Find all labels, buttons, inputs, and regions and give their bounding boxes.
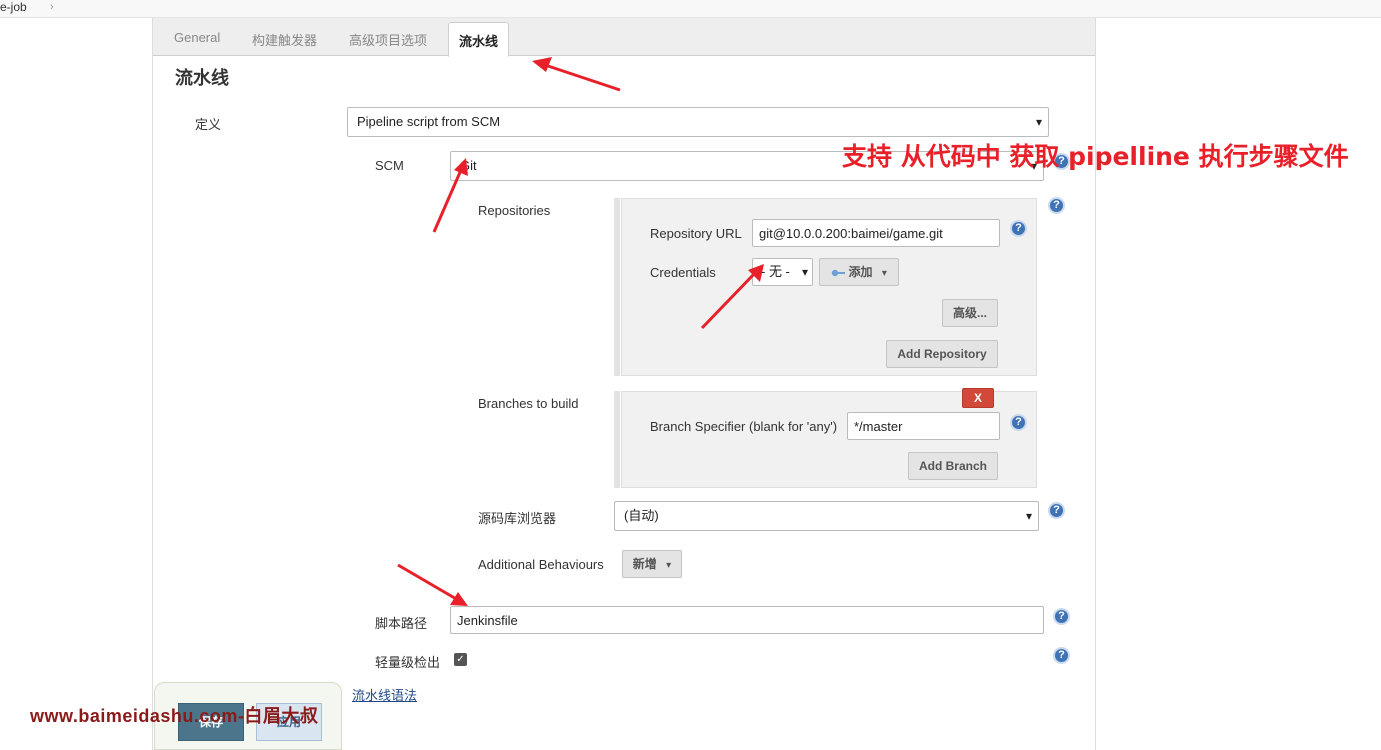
add-behaviour-button[interactable]: 新增 ▾ xyxy=(622,550,682,578)
repositories-drag-handle[interactable] xyxy=(614,198,620,376)
credentials-select-value: - 无 - xyxy=(761,264,790,279)
tab-advanced-project-options[interactable]: 高级项目选项 xyxy=(349,30,427,49)
credentials-select[interactable]: - 无 - ▾ xyxy=(752,258,813,286)
breadcrumb-separator-icon: › xyxy=(50,1,54,13)
lightweight-checkout-label: 轻量级检出 xyxy=(375,655,441,670)
script-path-input[interactable] xyxy=(450,606,1044,634)
chevron-down-icon: ▾ xyxy=(1025,509,1032,523)
tab-general[interactable]: General xyxy=(174,30,220,45)
add-repository-button[interactable]: Add Repository xyxy=(886,340,998,368)
annotation-text: 支持 从代码中 获取 pipelline 执行步骤文件 xyxy=(842,142,1349,171)
script-path-help-icon[interactable]: ? xyxy=(1053,608,1070,625)
script-path-label: 脚本路径 xyxy=(375,616,428,631)
add-branch-button[interactable]: Add Branch xyxy=(908,452,998,480)
breadcrumb-job-link[interactable]: e-job xyxy=(0,0,27,14)
tab-build-triggers[interactable]: 构建触发器 xyxy=(252,30,317,49)
repository-url-input[interactable] xyxy=(752,219,1000,247)
branch-specifier-input[interactable] xyxy=(847,412,1000,440)
watermark-text: www.baimeidashu.com-白眉大叔 xyxy=(30,706,319,726)
scm-label: SCM xyxy=(375,158,404,173)
section-title: 流水线 xyxy=(175,68,229,88)
repository-browser-label: 源码库浏览器 xyxy=(478,511,557,526)
scm-select-value: Git xyxy=(460,158,477,173)
chevron-down-icon: ▾ xyxy=(1035,115,1042,129)
repositories-help-icon[interactable]: ? xyxy=(1048,197,1065,214)
repository-browser-select[interactable]: (自动) ▾ xyxy=(614,501,1039,531)
lightweight-checkout-help-icon[interactable]: ? xyxy=(1053,647,1070,664)
chevron-down-icon: ▾ xyxy=(801,265,808,279)
dropdown-caret-icon: ▾ xyxy=(881,268,887,279)
lightweight-checkout-checkbox[interactable]: ✓ xyxy=(454,653,467,666)
repositories-label: Repositories xyxy=(478,203,551,218)
add-behaviour-label: 新增 xyxy=(632,557,657,571)
dropdown-caret-icon: ▾ xyxy=(666,560,672,571)
add-credentials-button[interactable]: 添加 ▾ xyxy=(819,258,899,286)
additional-behaviours-label: Additional Behaviours xyxy=(478,557,604,572)
branches-label: Branches to build xyxy=(478,396,579,411)
config-tab-bar: General 构建触发器 高级项目选项 流水线 xyxy=(153,18,1095,57)
definition-select[interactable]: Pipeline script from SCM ▾ xyxy=(347,107,1049,137)
repository-browser-select-value: (自动) xyxy=(624,508,659,523)
credentials-label: Credentials xyxy=(650,265,716,280)
top-breadcrumb-bar: e-job › xyxy=(0,0,1381,18)
repository-url-help-icon[interactable]: ? xyxy=(1010,220,1027,237)
add-credentials-label: 添加 xyxy=(848,265,873,279)
definition-label: 定义 xyxy=(195,117,222,132)
pipeline-syntax-link[interactable]: 流水线语法 xyxy=(352,685,417,704)
tab-pipeline[interactable]: 流水线 xyxy=(448,22,510,57)
repository-advanced-button[interactable]: 高级... xyxy=(942,299,998,327)
branch-specifier-help-icon[interactable]: ? xyxy=(1010,414,1027,431)
branch-specifier-label: Branch Specifier (blank for 'any') xyxy=(650,419,838,434)
repository-url-label: Repository URL xyxy=(650,226,742,241)
definition-select-value: Pipeline script from SCM xyxy=(357,114,501,129)
delete-branch-button[interactable]: X xyxy=(962,388,994,408)
repository-browser-help-icon[interactable]: ? xyxy=(1048,502,1065,519)
key-icon xyxy=(831,265,848,279)
branches-drag-handle[interactable] xyxy=(614,391,620,488)
